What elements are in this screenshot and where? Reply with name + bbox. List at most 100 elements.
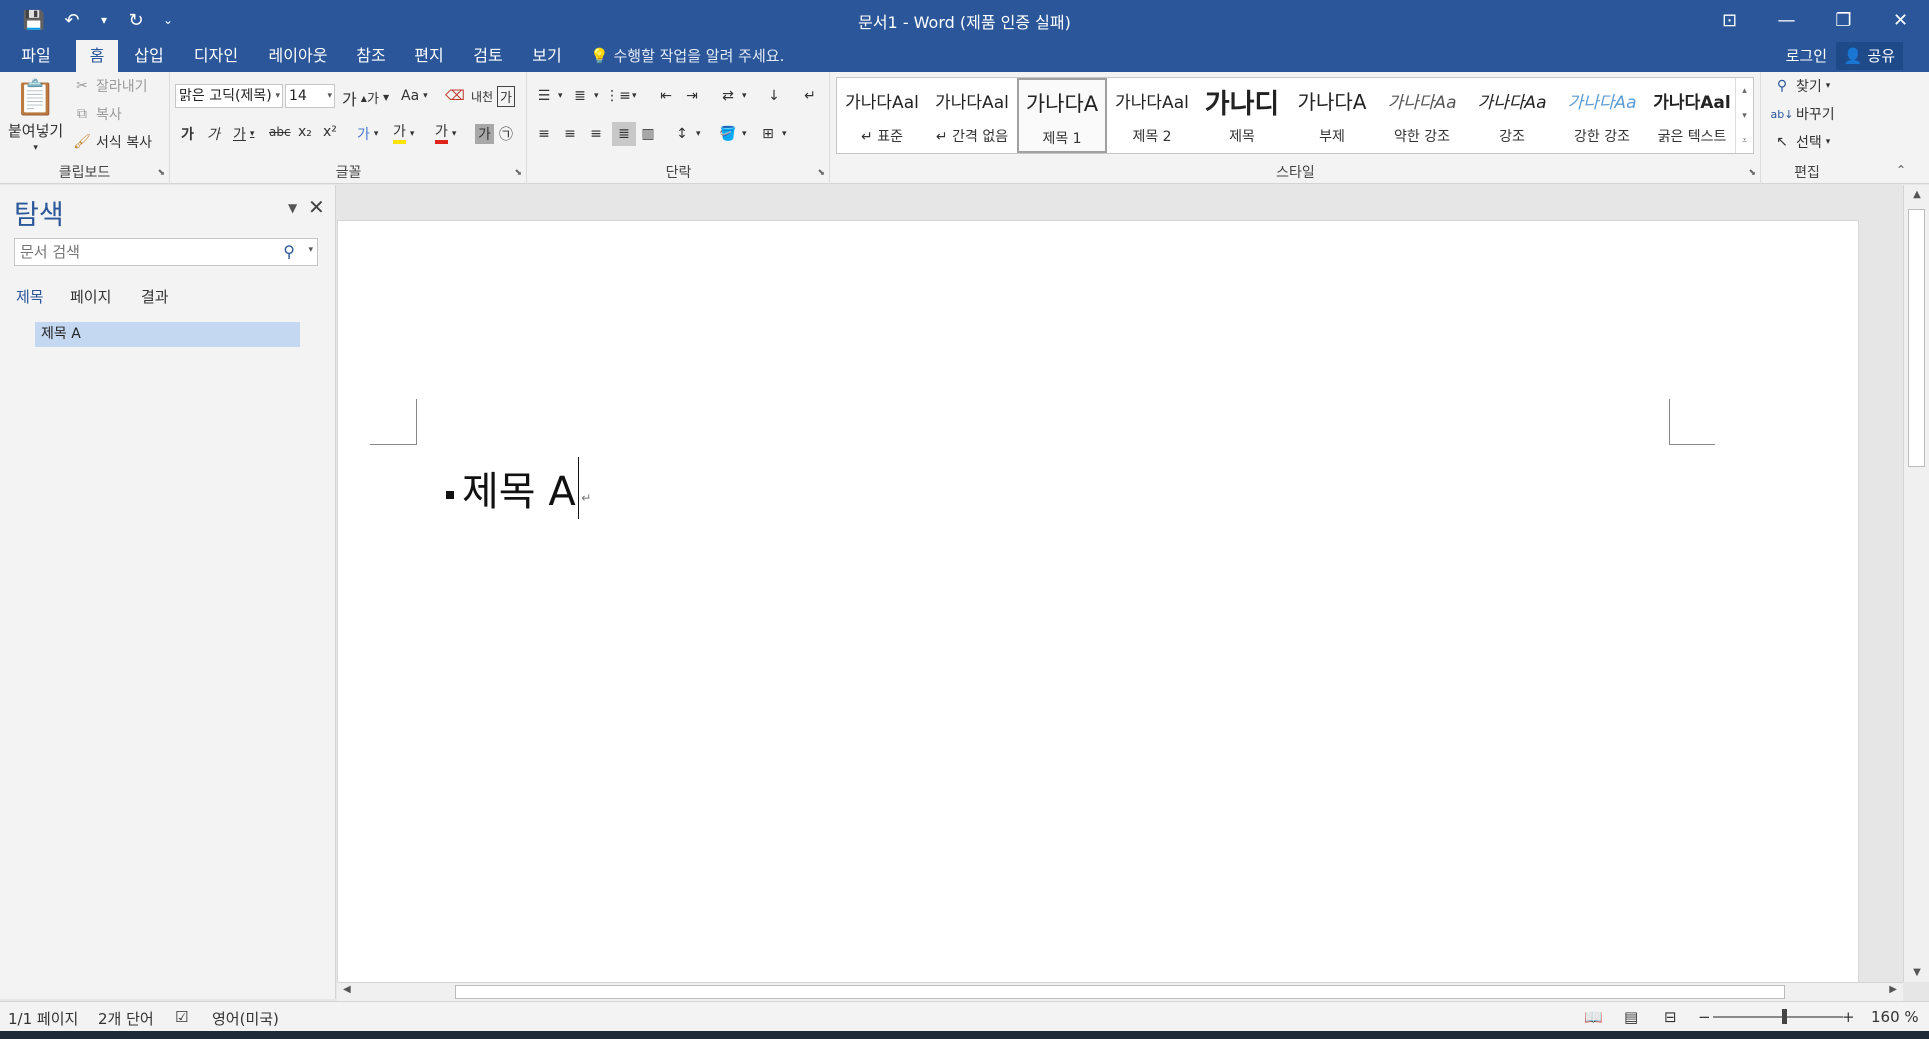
distributed-button[interactable]: ▥: [638, 124, 658, 144]
style-subtle-emphasis[interactable]: 가나다Aa 약한 강조: [1377, 78, 1467, 153]
line-spacing-button[interactable]: ↕ ▾: [672, 124, 700, 144]
horizontal-scroll-thumb[interactable]: [455, 985, 1785, 999]
align-left-button[interactable]: ≡: [534, 124, 554, 144]
sort-button[interactable]: ↓: [764, 86, 784, 106]
document-search-input[interactable]: [15, 239, 275, 265]
justify-button[interactable]: ≣: [612, 122, 636, 146]
bullets-button[interactable]: ☰ ▾: [534, 86, 563, 106]
tab-mailings[interactable]: 편지: [408, 40, 450, 72]
dialog-launcher-icon[interactable]: ⬊: [157, 168, 165, 178]
paste-button[interactable]: 📋 붙여넣기 ▾: [8, 78, 63, 153]
page-count[interactable]: 1/1 페이지: [8, 1008, 78, 1029]
scroll-up-icon[interactable]: ▲: [1904, 189, 1929, 200]
style-strong[interactable]: 가나다Aal 굵은 텍스트: [1647, 78, 1737, 153]
text-effects-button[interactable]: 가 ▾: [357, 124, 378, 144]
word-count[interactable]: 2개 단어: [98, 1008, 154, 1029]
decrease-indent-button[interactable]: ⇤: [656, 86, 676, 106]
nav-tab-results[interactable]: 결과: [141, 286, 169, 307]
find-button[interactable]: ⚲ 찾기 ▾: [1772, 76, 1830, 96]
minimize-icon[interactable]: —: [1758, 0, 1815, 40]
style-heading-2[interactable]: 가나다Aal 제목 2: [1107, 78, 1197, 153]
underline-button[interactable]: 가 ▾: [233, 124, 254, 144]
close-icon[interactable]: ✕: [1872, 0, 1929, 40]
bold-button[interactable]: 가: [181, 124, 194, 144]
zoom-slider[interactable]: [1713, 1016, 1843, 1018]
character-shading-button[interactable]: 가: [475, 124, 494, 144]
select-button[interactable]: ↖ 선택 ▾: [1772, 132, 1830, 152]
enclose-border-button[interactable]: 가: [497, 86, 515, 107]
font-color-button[interactable]: 가 ▾: [435, 124, 456, 144]
change-case-button[interactable]: Aa ▾: [401, 88, 428, 104]
style-intense-emphasis[interactable]: 가나다Aa 강한 강조: [1557, 78, 1647, 153]
tab-design[interactable]: 디자인: [186, 40, 246, 72]
restore-icon[interactable]: ❐: [1815, 0, 1872, 40]
style-no-spacing[interactable]: 가나다Aal ↵ 간격 없음: [927, 78, 1017, 153]
tab-view[interactable]: 보기: [526, 40, 568, 72]
share-button[interactable]: 👤 공유: [1835, 42, 1903, 70]
show-marks-button[interactable]: ↵: [800, 86, 820, 106]
chevron-down-icon[interactable]: ▾: [308, 245, 313, 255]
tab-layout[interactable]: 레이아웃: [260, 40, 336, 72]
nav-tab-headings[interactable]: 제목: [16, 286, 44, 307]
borders-button[interactable]: ⊞ ▾: [758, 124, 786, 144]
document-page[interactable]: 제목 A ↵: [337, 220, 1859, 982]
vertical-scrollbar[interactable]: ▲ ▼: [1903, 185, 1929, 982]
copy-button[interactable]: ⧉ 복사: [72, 104, 122, 124]
phonetic-guide-button[interactable]: 내천: [471, 88, 493, 105]
cut-button[interactable]: ✂ 잘라내기: [72, 76, 147, 96]
more-icon[interactable]: ⩡: [1742, 136, 1747, 146]
tell-me-box[interactable]: 💡 수행할 작업을 알려 주세요.: [590, 40, 784, 72]
text-direction-button[interactable]: ⇄ ▾: [718, 86, 746, 106]
chevron-down-icon[interactable]: ▾: [1742, 111, 1747, 121]
zoom-slider-thumb[interactable]: [1782, 1009, 1787, 1024]
tab-references[interactable]: 참조: [350, 40, 392, 72]
vertical-scroll-thumb[interactable]: [1908, 209, 1925, 467]
dialog-launcher-icon[interactable]: ⬊: [817, 168, 825, 178]
replace-button[interactable]: ab↓ 바꾸기: [1771, 104, 1835, 124]
chevron-up-icon[interactable]: ▴: [1742, 86, 1747, 96]
align-right-button[interactable]: ≡: [586, 124, 606, 144]
align-center-button[interactable]: ≡: [560, 124, 580, 144]
proofing-icon[interactable]: ☑: [175, 1008, 188, 1026]
collapse-ribbon-icon[interactable]: ⌃: [1896, 163, 1906, 177]
tab-insert[interactable]: 삽입: [128, 40, 170, 72]
search-icon[interactable]: ⚲: [283, 242, 295, 261]
tab-file[interactable]: 파일: [10, 40, 62, 72]
scroll-left-icon[interactable]: ◀: [343, 984, 351, 995]
document-heading[interactable]: 제목 A ↵: [446, 457, 591, 519]
nav-tab-pages[interactable]: 페이지: [70, 286, 111, 307]
shrink-font-button[interactable]: 가 ▼: [367, 88, 389, 107]
pane-options-icon[interactable]: ▼: [288, 201, 297, 215]
style-emphasis[interactable]: 가나다Aa 강조: [1467, 78, 1557, 153]
font-name-combo[interactable]: 맑은 고딕(제목) ▾: [175, 84, 283, 108]
style-subtitle[interactable]: 가나다A 부제: [1287, 78, 1377, 153]
nav-heading-item[interactable]: 제목 A: [35, 322, 300, 347]
ribbon-display-options-icon[interactable]: ⊡: [1701, 0, 1758, 40]
superscript-button[interactable]: x²: [323, 124, 337, 140]
scroll-right-icon[interactable]: ▶: [1889, 984, 1897, 995]
format-painter-button[interactable]: 🖌 서식 복사: [72, 132, 152, 152]
subscript-button[interactable]: x₂: [298, 124, 312, 140]
multilevel-list-button[interactable]: ⋮≡ ▾: [605, 86, 636, 106]
tab-review[interactable]: 검토: [467, 40, 509, 72]
dialog-launcher-icon[interactable]: ⬊: [1748, 168, 1756, 178]
zoom-level[interactable]: 160 %: [1871, 1008, 1919, 1026]
web-layout-icon[interactable]: ⊟: [1664, 1008, 1677, 1026]
read-mode-icon[interactable]: 📖: [1584, 1008, 1603, 1026]
grow-font-button[interactable]: 가 ▲: [342, 86, 367, 110]
print-layout-icon[interactable]: ▤: [1624, 1008, 1638, 1026]
increase-indent-button[interactable]: ⇥: [682, 86, 702, 106]
enclose-characters-button[interactable]: ㉠: [499, 124, 513, 144]
style-title[interactable]: 가나디 제목: [1197, 78, 1287, 153]
italic-button[interactable]: 가: [207, 124, 220, 144]
strikethrough-button[interactable]: abc: [269, 125, 291, 139]
scroll-down-icon[interactable]: ▼: [1904, 967, 1929, 978]
horizontal-scrollbar[interactable]: ◀ ▶: [337, 982, 1903, 1001]
close-icon[interactable]: ✕: [308, 195, 325, 219]
zoom-out-button[interactable]: −: [1698, 1008, 1711, 1026]
clear-formatting-button[interactable]: ⌫: [445, 86, 465, 106]
zoom-in-button[interactable]: +: [1842, 1008, 1855, 1026]
highlight-button[interactable]: 가 ▾: [393, 124, 414, 144]
numbering-button[interactable]: ≣ ▾: [570, 86, 598, 106]
login-link[interactable]: 로그인: [1786, 40, 1827, 72]
